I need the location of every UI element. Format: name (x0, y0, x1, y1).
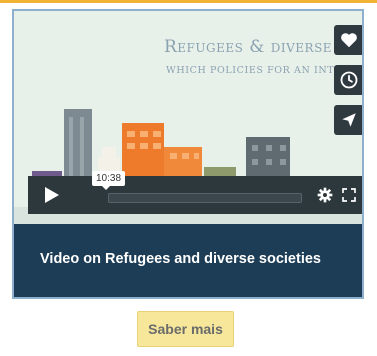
watch-later-button[interactable] (334, 65, 362, 95)
share-button[interactable] (334, 105, 362, 135)
video-caption: Video on Refugees and diverse societies (40, 251, 321, 267)
video-card: Refugees & diverse societies which polic… (12, 9, 364, 299)
top-accent-rule (0, 0, 377, 3)
video-thumbnail[interactable]: Refugees & diverse societies which polic… (14, 11, 362, 224)
settings-button[interactable] (317, 187, 333, 203)
player-controls (28, 176, 362, 214)
time-tooltip: 10:38 (92, 171, 126, 190)
paper-plane-icon (342, 113, 356, 127)
fullscreen-icon (342, 188, 356, 202)
like-button[interactable] (334, 25, 362, 55)
gear-icon (317, 187, 333, 203)
clock-icon (340, 71, 358, 89)
video-caption-bar: Video on Refugees and diverse societies (14, 224, 362, 297)
fullscreen-button[interactable] (341, 187, 357, 203)
play-button[interactable] (34, 182, 70, 208)
saber-mais-button[interactable]: Saber mais (137, 311, 234, 347)
play-icon (45, 187, 59, 203)
progress-bar[interactable] (108, 193, 302, 203)
heart-icon (341, 33, 357, 48)
